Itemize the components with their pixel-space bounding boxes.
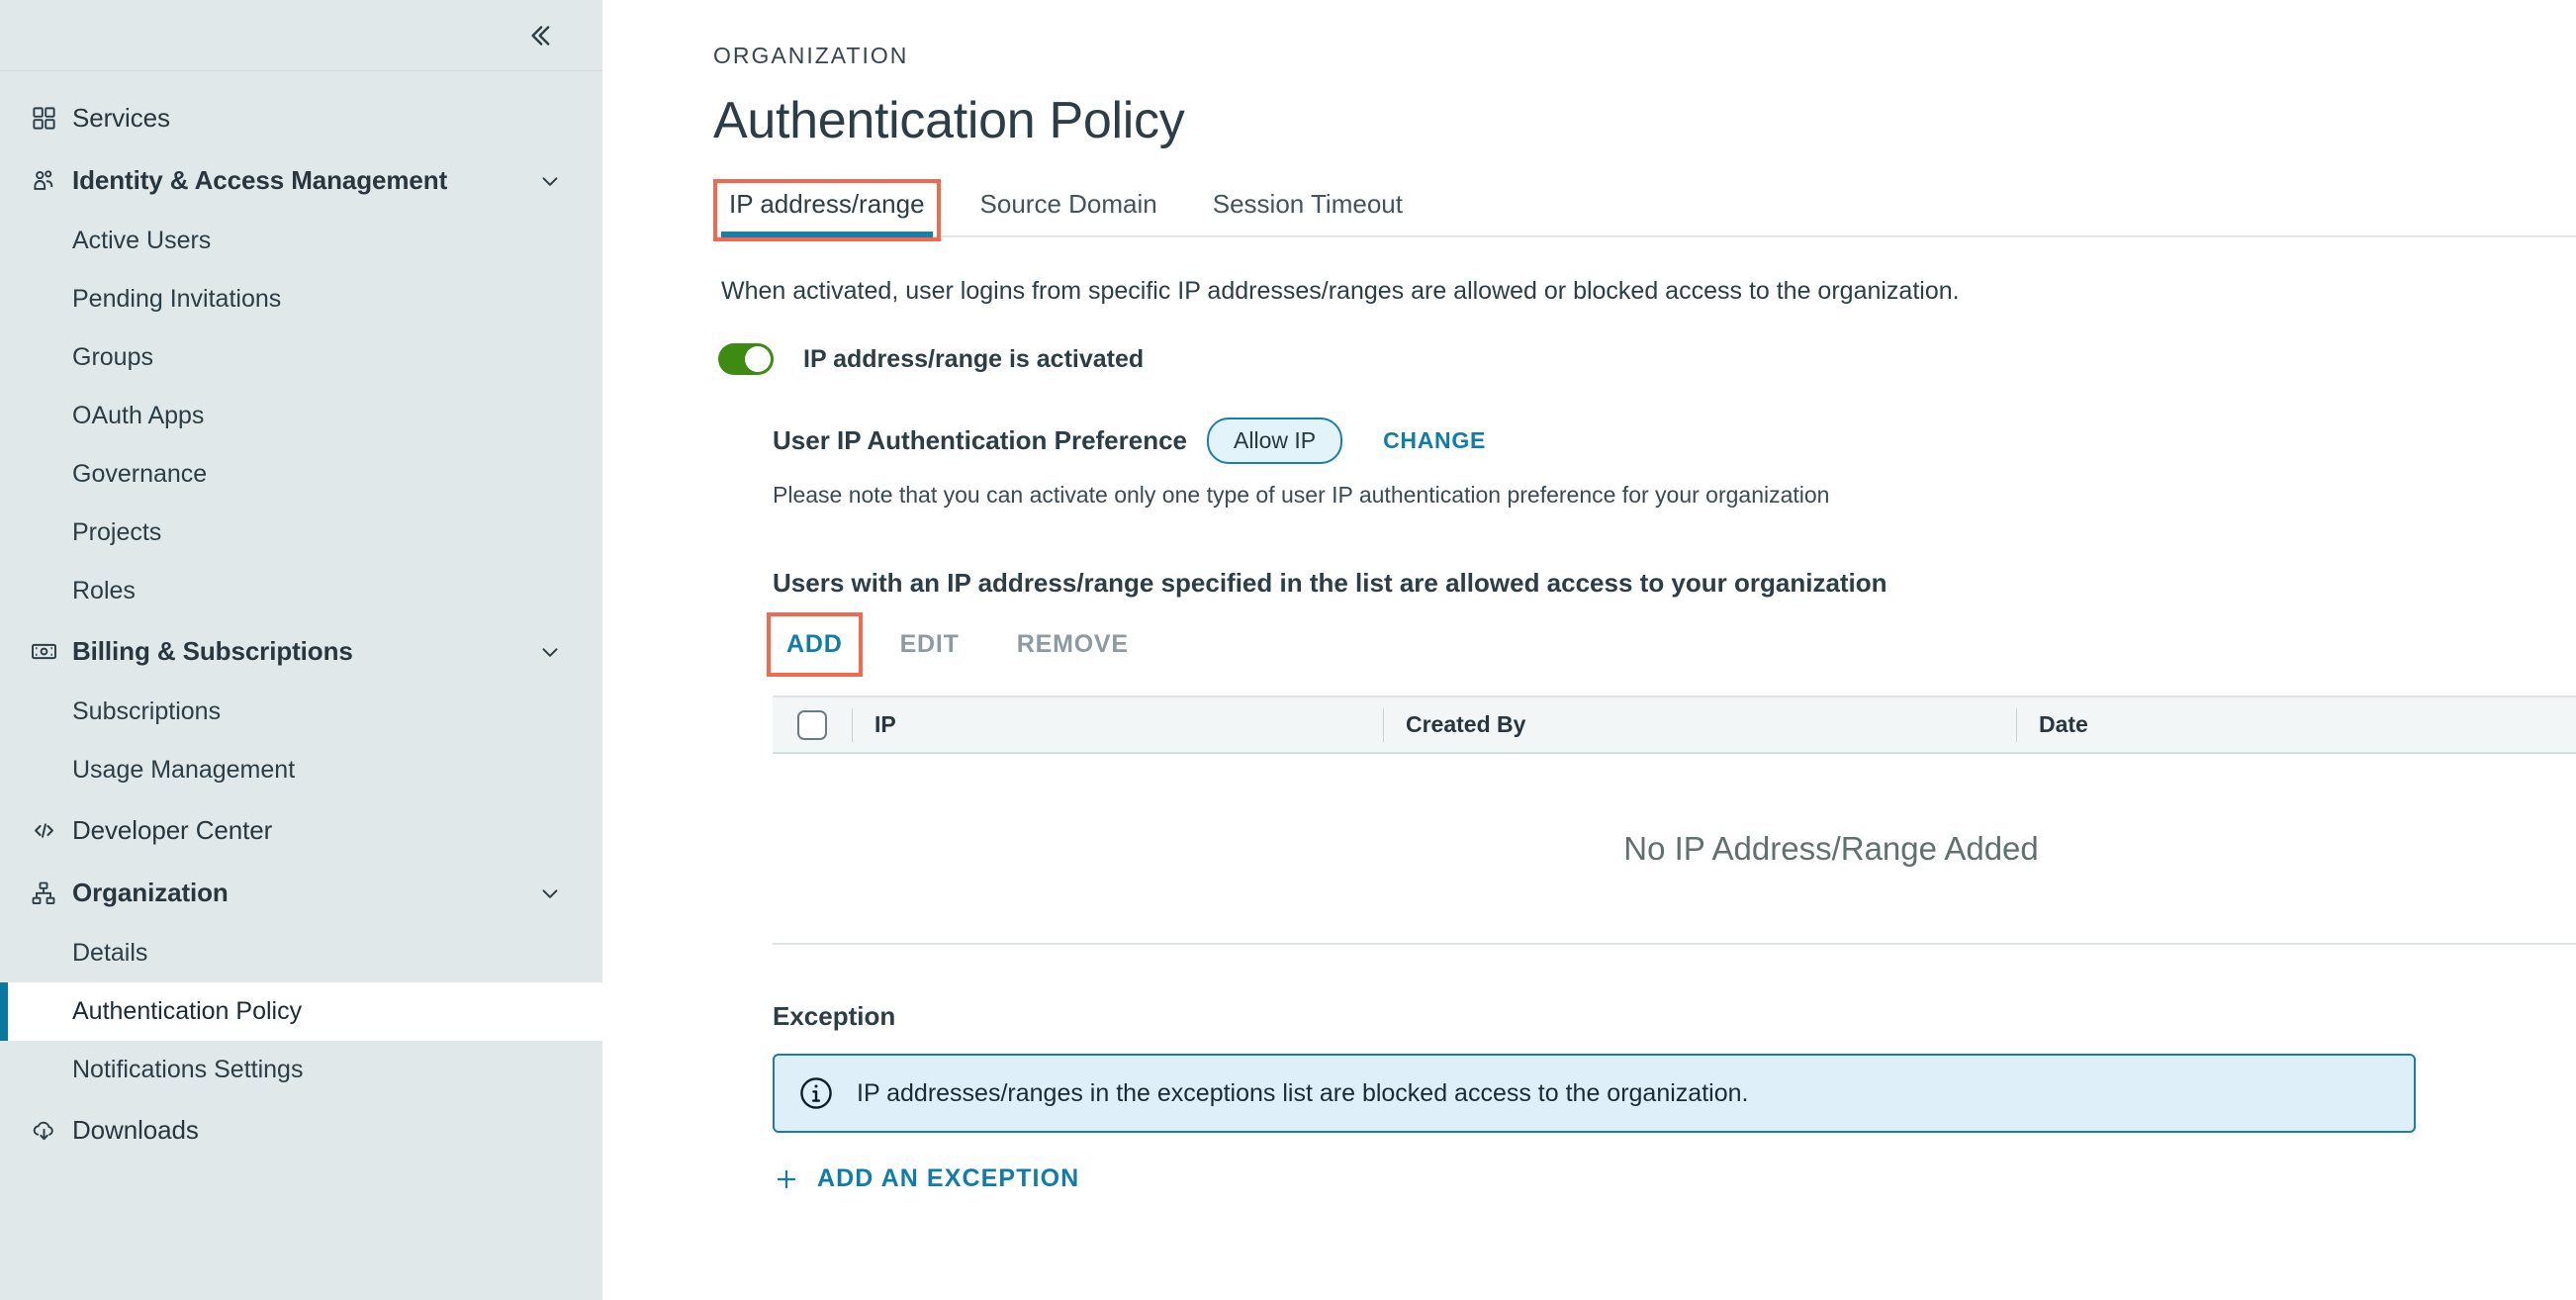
exception-info-alert: IP addresses/ranges in the exceptions li… [773, 1054, 2416, 1133]
sidebar-item-label: Projects [72, 518, 162, 546]
sidebar-item-label: Roles [72, 577, 136, 604]
select-all-cell [773, 696, 852, 754]
user-ip-preference-row: User IP Authentication Preference Allow … [773, 418, 2576, 464]
users-icon [27, 164, 60, 198]
chevron-down-icon[interactable] [535, 637, 565, 667]
sidebar-item-label: Downloads [72, 1115, 199, 1145]
tab-label: Session Timeout [1212, 189, 1403, 219]
exception-alert-text: IP addresses/ranges in the exceptions li… [857, 1078, 1749, 1107]
remove-button[interactable]: REMOVE [1003, 622, 1143, 667]
app-root: Services Identity & Access Management Ac… [0, 0, 2576, 1300]
sidebar-item-governance[interactable]: Governance [0, 445, 602, 504]
breadcrumb: ORGANIZATION [713, 43, 909, 68]
sidebar-item-label: Authentication Policy [72, 997, 303, 1025]
ip-table: IP Created By Date No IP Address/Range A… [773, 696, 2576, 945]
tab-label: IP address/range [729, 189, 925, 219]
column-header-date[interactable]: Date [2016, 696, 2576, 754]
exception-title: Exception [773, 1001, 896, 1031]
sidebar-item-groups[interactable]: Groups [0, 328, 602, 387]
sidebar-item-projects[interactable]: Projects [0, 504, 602, 562]
org-chart-icon [27, 877, 60, 910]
ip-table-header: IP Created By Date [773, 696, 2576, 754]
ip-activation-toggle[interactable] [718, 343, 774, 375]
sidebar-item-label: Governance [72, 460, 208, 488]
ip-table-body: No IP Address/Range Added [773, 754, 2576, 944]
tab-source-domain[interactable]: Source Domain [965, 189, 1173, 235]
sidebar-item-active-users[interactable]: Active Users [0, 212, 602, 270]
allow-ip-badge[interactable]: Allow IP [1207, 418, 1343, 464]
sidebar-item-label: Groups [72, 343, 153, 371]
sidebar-item-organization[interactable]: Organization [0, 862, 602, 924]
sidebar-item-notifications-settings[interactable]: Notifications Settings [0, 1041, 602, 1099]
sidebar-item-label: Identity & Access Management [72, 165, 448, 195]
sidebar-item-label: OAuth Apps [72, 402, 205, 429]
sidebar-item-label: Developer Center [72, 815, 273, 845]
change-preference-link[interactable]: CHANGE [1383, 427, 1486, 454]
column-header-created-by[interactable]: Created By [1383, 696, 2016, 754]
sidebar-item-roles[interactable]: Roles [0, 562, 602, 620]
sidebar-item-usage-management[interactable]: Usage Management [0, 741, 602, 799]
tab-ip-address-range[interactable]: IP address/range [713, 179, 941, 241]
cloud-download-icon [27, 1114, 60, 1148]
sidebar-item-label: Notifications Settings [72, 1056, 304, 1083]
ip-list-heading: Users with an IP address/range specified… [773, 568, 1887, 598]
sidebar-header [0, 0, 602, 71]
ip-activation-label: IP address/range is activated [803, 344, 1145, 373]
sidebar-item-authentication-policy[interactable]: Authentication Policy [0, 982, 602, 1041]
add-button[interactable]: ADD [767, 611, 863, 677]
sidebar-item-pending-invitations[interactable]: Pending Invitations [0, 270, 602, 328]
empty-state-message: No IP Address/Range Added [1623, 829, 2039, 867]
sidebar-item-details[interactable]: Details [0, 924, 602, 982]
sidebar: Services Identity & Access Management Ac… [0, 0, 602, 1300]
grid-icon [27, 102, 60, 136]
column-header-ip[interactable]: IP [852, 696, 1383, 754]
page-title: Authentication Policy [713, 92, 1185, 149]
chevron-down-icon[interactable] [535, 166, 565, 196]
sidebar-item-label: Details [72, 939, 148, 967]
sidebar-item-services[interactable]: Services [0, 87, 602, 149]
code-icon [27, 814, 60, 848]
banknote-icon [27, 635, 60, 669]
user-ip-preference-block: User IP Authentication Preference Allow … [773, 418, 2576, 509]
edit-button[interactable]: EDIT [886, 622, 973, 667]
toggle-knob [745, 346, 771, 372]
sidebar-item-subscriptions[interactable]: Subscriptions [0, 683, 602, 741]
select-all-checkbox[interactable] [797, 709, 827, 740]
sidebar-item-label: Pending Invitations [72, 285, 282, 313]
sidebar-item-label: Usage Management [72, 756, 296, 784]
sidebar-item-developer-center[interactable]: Developer Center [0, 799, 602, 862]
tab-description: When activated, user logins from specifi… [721, 277, 1960, 305]
collapse-sidebar-button[interactable] [517, 14, 561, 57]
ip-activation-row: IP address/range is activated [718, 343, 2576, 375]
sidebar-item-label: Services [72, 103, 170, 133]
chevron-double-left-icon [522, 19, 556, 52]
sidebar-item-oauth-apps[interactable]: OAuth Apps [0, 387, 602, 445]
sidebar-item-billing-subscriptions[interactable]: Billing & Subscriptions [0, 620, 602, 683]
tab-bar: IP address/range Source Domain Session T… [713, 179, 2576, 241]
sidebar-item-label: Billing & Subscriptions [72, 636, 353, 666]
sidebar-item-label: Active Users [72, 227, 212, 254]
sidebar-item-downloads[interactable]: Downloads [0, 1099, 602, 1161]
user-ip-preference-title: User IP Authentication Preference [773, 425, 1188, 455]
add-exception-label: ADD AN EXCEPTION [817, 1164, 1080, 1192]
chevron-down-icon[interactable] [535, 879, 565, 908]
user-ip-preference-note: Please note that you can activate only o… [773, 482, 1830, 508]
ip-list-action-bar: ADD EDIT REMOVE [767, 611, 2576, 677]
tab-session-timeout[interactable]: Session Timeout [1197, 189, 1419, 235]
main-content: ORGANIZATION Authentication Policy IP ad… [602, 0, 2576, 1300]
sidebar-nav: Services Identity & Access Management Ac… [0, 71, 602, 1161]
plus-icon [773, 1165, 800, 1193]
tab-label: Source Domain [979, 189, 1157, 219]
add-exception-button[interactable]: ADD AN EXCEPTION [773, 1164, 1079, 1193]
sidebar-item-label: Organization [72, 878, 229, 907]
sidebar-item-identity-access-management[interactable]: Identity & Access Management [0, 149, 602, 212]
info-circle-icon [797, 1074, 835, 1112]
sidebar-item-label: Subscriptions [72, 697, 222, 725]
